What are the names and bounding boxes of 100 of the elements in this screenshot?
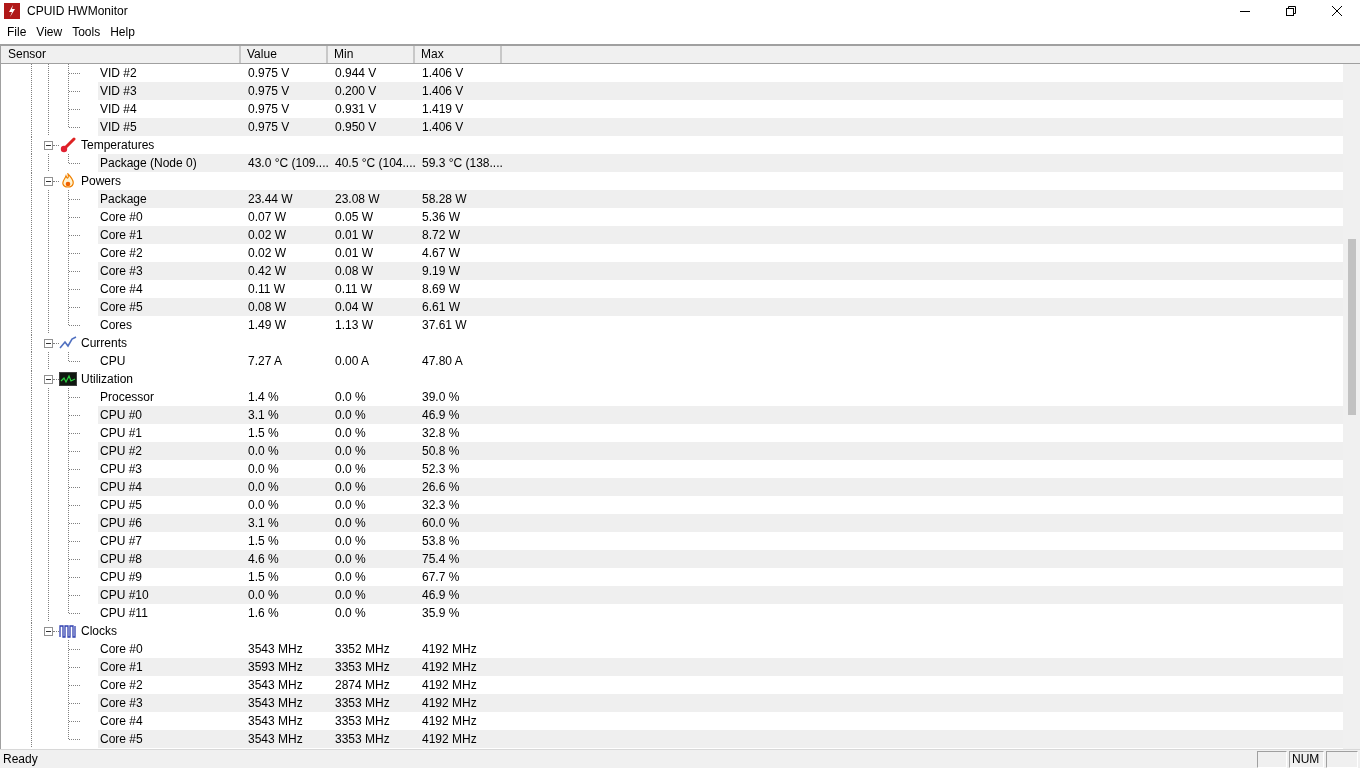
max-cell-text: 67.7 % [421,570,461,584]
collapse-toggle[interactable] [44,338,53,348]
max-cell-text: 53.8 % [421,534,461,548]
max-cell-text: 1.419 V [421,102,465,116]
menu-item[interactable]: View [31,25,68,39]
sensor-name: Cores [99,318,133,332]
sensor-name: Core #5 [99,732,144,746]
min-cell-text: 0.05 W [334,210,374,224]
menu-item[interactable]: Help [105,25,140,39]
max-cell-text: 4192 MHz [421,714,478,728]
min-cell-text: 0.0 % [334,588,367,602]
collapse-toggle[interactable] [44,626,53,636]
value-cell-text: 23.44 W [247,192,294,206]
sensor-name: CPU #3 [99,462,144,476]
max-cell-text: 8.69 W [421,282,461,296]
min-cell-text: 2874 MHz [334,678,391,692]
scrollbar[interactable] [1343,64,1360,749]
min-cell-text: 0.0 % [334,390,367,404]
value-cell-text: 1.49 W [247,318,287,332]
value-cell-text: 0.08 W [247,300,287,314]
sensor-name: Core #4 [99,714,144,728]
sensor-group-label[interactable]: Powers [81,174,121,188]
value-cell-text: 3543 MHz [247,714,304,728]
sensor-row[interactable]: Core #5 3543 MHz 3353 MHz 4192 MHz [98,730,1343,748]
min-cell-text: 0.00 A [334,354,371,368]
menu-item[interactable]: Tools [67,25,106,39]
sensor-name: Package (Node 0) [99,156,198,170]
min-cell-text: 0.01 W [334,228,374,242]
min-cell-text: 3353 MHz [334,660,391,674]
value-cell-text: 0.975 V [247,102,291,116]
min-cell-text: 3353 MHz [334,732,391,746]
max-cell-text: 9.19 W [421,264,461,278]
sensor-name: Core #5 [99,300,144,314]
value-cell-text: 0.07 W [247,210,287,224]
max-cell-text: 4192 MHz [421,642,478,656]
value-cell-text: 0.0 % [247,444,280,458]
min-cell-text: 3353 MHz [334,696,391,710]
value-cell-text: 0.42 W [247,264,287,278]
sensor-group-label[interactable]: Clocks [81,624,117,638]
max-cell-text: 1.406 V [421,66,465,80]
sensor-name: CPU [99,354,127,368]
sensor-name: Core #1 [99,660,144,674]
value-cell-text: 0.0 % [247,498,280,512]
sensor-row[interactable]: Core #1 3593 MHz 3353 MHz 4192 MHz [98,658,1343,676]
sensor-group-label[interactable]: Utilization [81,372,134,386]
sensor-row[interactable]: CPU #8 4.6 % 0.0 % 75.4 % [98,550,1343,568]
sensor-name: VID #3 [99,84,138,98]
sensor-row[interactable]: CPU #10 0.0 % 0.0 % 46.9 % [98,586,1343,604]
max-cell-text: 4192 MHz [421,678,478,692]
value-cell-text: 1.4 % [247,390,280,404]
sensor-row[interactable]: CPU #4 0.0 % 0.0 % 26.6 % [98,478,1343,496]
sensor-row[interactable]: CPU #0 3.1 % 0.0 % 46.9 % [98,406,1343,424]
sensor-row[interactable]: Core #3 0.42 W 0.08 W 9.19 W [98,262,1343,280]
sensor-row[interactable]: Core #1 0.02 W 0.01 W 8.72 W [98,226,1343,244]
sensor-name: CPU #7 [99,534,144,548]
min-cell-text: 0.0 % [334,570,367,584]
sensor-name: VID #2 [99,66,138,80]
max-cell-text: 39.0 % [421,390,461,404]
max-cell-text: 32.8 % [421,426,461,440]
min-cell-text: 0.0 % [334,516,367,530]
min-cell-text: 23.08 W [334,192,381,206]
sensor-name: CPU #4 [99,480,144,494]
menu-item[interactable]: File [2,25,32,39]
min-cell-text: 0.11 W [334,282,374,296]
sensor-name: Package [99,192,148,206]
max-cell-text: 6.61 W [421,300,461,314]
collapse-toggle[interactable] [44,176,53,186]
sensor-row[interactable]: CPU #2 0.0 % 0.0 % 50.8 % [98,442,1343,460]
collapse-toggle[interactable] [44,140,53,150]
min-cell-text: 3352 MHz [334,642,391,656]
sensor-group-label[interactable]: Temperatures [81,138,155,152]
collapse-toggle[interactable] [44,374,53,384]
scrollbar-thumb[interactable] [1347,239,1356,415]
max-cell-text: 47.80 A [421,354,464,368]
sensor-row[interactable]: Package 23.44 W 23.08 W 58.28 W [98,190,1343,208]
sensor-name: Core #2 [99,678,144,692]
thermometer-icon [59,137,77,153]
sensor-group-label[interactable]: Currents [81,336,127,350]
sensor-row[interactable]: Package (Node 0) 43.0 °C (109.... 40.5 °C (104.... 59.3 °C (138.... [98,154,1343,172]
max-cell-text: 75.4 % [421,552,461,566]
value-cell-text: 3.1 % [247,408,280,422]
sensor-name: Core #3 [99,264,144,278]
value-cell-text: 0.975 V [247,120,291,134]
max-cell-text: 50.8 % [421,444,461,458]
sensor-row[interactable]: VID #5 0.975 V 0.950 V 1.406 V [98,118,1343,136]
max-cell-text: 58.28 W [421,192,468,206]
max-cell-text: 26.6 % [421,480,461,494]
sensor-row[interactable]: CPU #6 3.1 % 0.0 % 60.0 % [98,514,1343,532]
sensor-row[interactable]: Core #5 0.08 W 0.04 W 6.61 W [98,298,1343,316]
sensor-row[interactable]: VID #3 0.975 V 0.200 V 1.406 V [98,82,1343,100]
sensor-name: VID #4 [99,102,138,116]
max-cell-text: 4192 MHz [421,696,478,710]
min-cell-text: 0.0 % [334,444,367,458]
min-cell-text: 1.13 W [334,318,374,332]
sensor-name: CPU #11 [99,606,149,620]
status-pane [1257,750,1287,768]
min-cell-text: 0.944 V [334,66,378,80]
min-cell-text: 0.0 % [334,552,367,566]
sensor-row[interactable]: Core #3 3543 MHz 3353 MHz 4192 MHz [98,694,1343,712]
status-text: Ready [2,752,39,766]
